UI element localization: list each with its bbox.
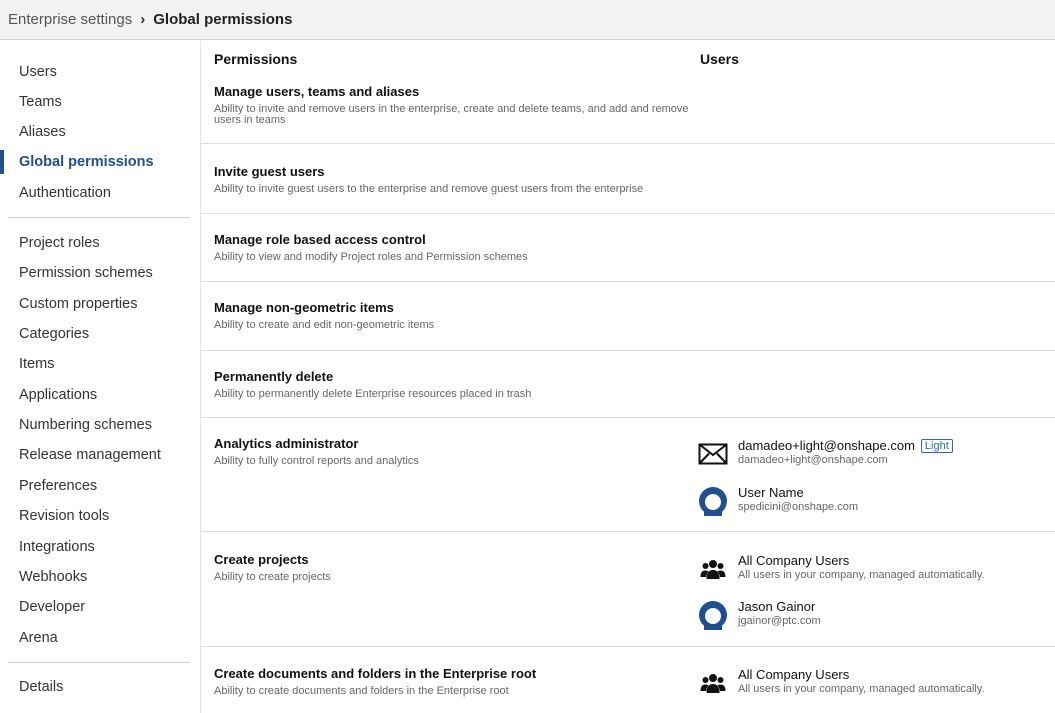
table-row[interactable]: Manage non-geometric items Ability to cr… [201,282,1055,351]
user-entry[interactable]: damadeo+light@onshape.com Light damadeo+l… [698,438,1048,470]
user-description: All users in your company, managed autom… [738,683,985,695]
sidebar-item-developer[interactable]: Developer [0,594,200,620]
sidebar-item-custom-properties[interactable]: Custom properties [0,291,200,317]
permission-title: Manage non-geometric items [214,300,394,315]
sidebar-item-categories[interactable]: Categories [0,321,200,347]
user-email: spedicini@onshape.com [738,501,859,513]
sidebar-item-teams[interactable]: Teams [0,89,200,115]
permission-description: Ability to invite and remove users in th… [214,103,689,126]
user-avatar-icon [698,487,728,516]
sidebar-item-webhooks[interactable]: Webhooks [0,564,200,590]
permission-title: Manage users, teams and aliases [214,84,420,99]
column-header-permissions: Permissions [214,51,298,67]
table-row[interactable]: Permanently delete Ability to permanentl… [201,351,1055,418]
table-row[interactable]: Manage role based access control Ability… [201,214,1055,282]
sidebar-item-details[interactable]: Details [0,674,200,700]
table-row[interactable]: Invite guest users Ability to invite gue… [201,144,1055,214]
user-name: All Company Users [738,667,850,682]
table-row[interactable]: Create projects Ability to create projec… [201,532,1055,647]
sidebar-item-project-roles[interactable]: Project roles [0,230,200,256]
permission-title: Create documents and folders in the Ente… [214,666,537,681]
table-row[interactable]: Manage users, teams and aliases Ability … [201,75,1055,144]
user-email: damadeo+light@onshape.com [738,454,888,466]
group-icon [698,555,728,583]
table-row[interactable]: Create documents and folders in the Ente… [201,647,1055,713]
permission-description: Ability to create documents and folders … [214,685,509,697]
permission-description: Ability to invite guest users to the ent… [214,183,644,195]
permission-title: Invite guest users [214,164,325,179]
sidebar-divider [8,662,190,663]
user-entry[interactable]: All Company Users All users in your comp… [698,667,1048,699]
sidebar-item-numbering-schemes[interactable]: Numbering schemes [0,412,200,438]
sidebar-item-users[interactable]: Users [0,59,200,85]
user-entry[interactable]: All Company Users All users in your comp… [698,553,1048,585]
permission-title: Manage role based access control [214,232,426,247]
user-name: All Company Users [738,553,850,568]
sidebar-item-applications[interactable]: Applications [0,382,200,408]
sidebar-item-release-management[interactable]: Release management [0,442,200,468]
sidebar-item-items[interactable]: Items [0,351,200,377]
page-title: Global permissions [153,11,293,28]
sidebar-item-global-permissions[interactable]: Global permissions [0,149,200,175]
user-name: Jason Gainor [738,599,816,614]
user-entry[interactable]: Jason Gainor jgainor@ptc.com [698,599,1048,631]
sidebar-item-revision-tools[interactable]: Revision tools [0,503,200,529]
sidebar-item-permission-schemes[interactable]: Permission schemes [0,260,200,286]
table-row[interactable]: Analytics administrator Ability to fully… [201,418,1055,532]
chevron-right-icon: › [140,11,146,28]
user-name: damadeo+light@onshape.com Light [738,438,953,453]
permission-description: Ability to fully control reports and ana… [214,455,419,467]
sidebar-item-integrations[interactable]: Integrations [0,534,200,560]
breadcrumb-enterprise-settings[interactable]: Enterprise settings [8,11,132,28]
permission-description: Ability to permanently delete Enterprise… [214,388,532,400]
user-name: User Name [738,485,804,500]
sidebar-item-aliases[interactable]: Aliases [0,119,200,145]
user-email: jgainor@ptc.com [738,615,821,627]
user-description: All users in your company, managed autom… [738,569,985,581]
permission-title: Permanently delete [214,369,334,384]
permissions-table: Permissions Users Manage users, teams an… [201,41,1055,713]
breadcrumb: Enterprise settings › Global permissions [0,0,1055,40]
sidebar-item-authentication[interactable]: Authentication [0,180,200,206]
sidebar: Users Teams Aliases Global permissions A… [0,41,201,713]
sidebar-item-arena[interactable]: Arena [0,625,200,651]
user-entry[interactable]: User Name spedicini@onshape.com [698,485,1048,517]
sidebar-divider [8,217,190,218]
permission-title: Analytics administrator [214,436,359,451]
permission-description: Ability to view and modify Project roles… [214,251,528,263]
light-badge: Light [920,439,953,453]
envelope-icon [698,440,728,468]
user-avatar-icon [698,601,728,630]
permission-description: Ability to create and edit non-geometric… [214,319,435,331]
permission-description: Ability to create projects [214,571,331,583]
permission-title: Create projects [214,552,309,567]
group-icon [698,669,728,697]
sidebar-item-preferences[interactable]: Preferences [0,473,200,499]
column-header-users: Users [700,51,739,67]
